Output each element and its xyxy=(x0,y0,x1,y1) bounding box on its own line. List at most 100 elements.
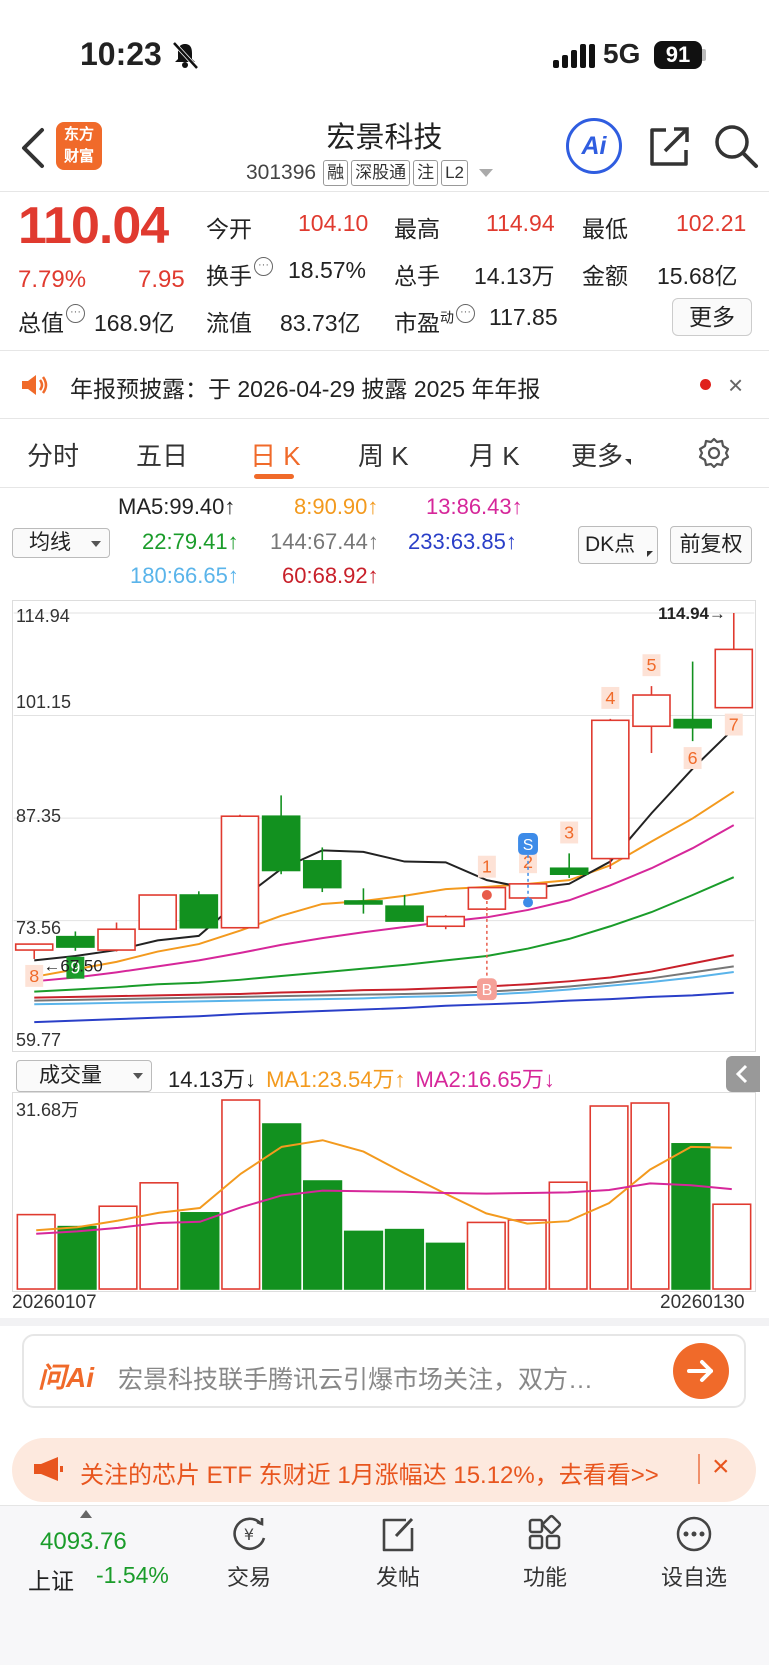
mktcap-value: 168.9亿 xyxy=(94,310,175,336)
candle-body xyxy=(714,648,754,709)
info-icon[interactable]: ··· xyxy=(66,304,85,323)
pe-label-text: 市盈 xyxy=(394,310,440,336)
speaker-icon xyxy=(22,375,48,395)
svg-text:¥: ¥ xyxy=(244,1525,254,1544)
tab-weekly-k[interactable]: 周 K xyxy=(358,436,409,473)
chevron-down-icon xyxy=(479,169,493,177)
ask-ai-go-button[interactable] xyxy=(673,1343,729,1399)
more-button[interactable]: 更多 xyxy=(672,298,752,336)
index-change[interactable]: -1.54% xyxy=(96,1562,169,1589)
volume-bar xyxy=(425,1242,465,1290)
y-label: 114.94 xyxy=(16,606,70,626)
megaphone-icon xyxy=(34,1457,63,1481)
expand-up-icon[interactable] xyxy=(80,1510,92,1518)
chevron-down-icon xyxy=(133,1073,143,1079)
tab-five-day[interactable]: 五日 xyxy=(136,436,188,473)
candle-body xyxy=(426,915,466,928)
dk-point-button[interactable]: DK点 xyxy=(578,526,658,564)
candle-body xyxy=(673,718,712,729)
nav-post[interactable]: 发帖 xyxy=(350,1514,446,1592)
candle-body xyxy=(302,860,342,889)
ma-legend-item: 8:90.90↑ xyxy=(294,494,379,519)
search-icon[interactable] xyxy=(712,122,760,170)
high-value: 114.94 xyxy=(486,210,555,236)
divider xyxy=(0,350,769,351)
volume-label: 总手 xyxy=(394,263,440,289)
indicator-select[interactable]: 成交量 xyxy=(16,1060,152,1092)
tab-monthly-k[interactable]: 月 K xyxy=(469,436,520,473)
ma-legend-item: 13:86.43↑ xyxy=(426,494,523,519)
y-label: 59.77 xyxy=(16,1030,62,1050)
info-icon[interactable]: ··· xyxy=(254,257,273,276)
battery-icon: 91 xyxy=(654,41,702,69)
b-signal-dot xyxy=(481,890,492,901)
adjust-button[interactable]: 前复权 xyxy=(670,526,752,564)
vol-ma1: MA1:23.54万 xyxy=(266,1067,395,1092)
y-label: 101.15 xyxy=(16,692,72,712)
ma-legend-item: MA5:99.40↑ xyxy=(118,494,236,519)
tab-daily-k[interactable]: 日 K xyxy=(250,436,301,473)
low-price-label: ←67.50 xyxy=(44,957,103,976)
s-signal-dot xyxy=(523,897,534,908)
candle-body xyxy=(179,894,219,929)
battery-tip xyxy=(702,49,706,61)
nav-functions[interactable]: 功能 xyxy=(497,1514,593,1592)
vol-ma2-arrow: ↓ xyxy=(543,1067,555,1092)
volume-bar xyxy=(671,1143,711,1290)
more-dots-icon xyxy=(676,1516,712,1552)
ma-line-ma60 xyxy=(34,954,734,999)
float-value: 83.73亿 xyxy=(280,310,361,336)
divider xyxy=(0,191,769,192)
share-icon[interactable] xyxy=(646,124,692,170)
ai-button[interactable]: Ai xyxy=(566,118,622,174)
turnover-value: 18.57% xyxy=(288,257,367,283)
change-amount: 7.95 xyxy=(138,266,185,293)
tab-intraday[interactable]: 分时 xyxy=(27,436,79,473)
gear-icon[interactable] xyxy=(697,436,731,470)
nav-add-watchlist-label: 设自选 xyxy=(660,1565,727,1590)
candle-body xyxy=(97,928,136,951)
dk-marker-label: 5 xyxy=(646,655,656,675)
notice-close-button[interactable]: × xyxy=(728,370,743,401)
volume-bar xyxy=(16,1213,56,1290)
volume-chart[interactable] xyxy=(12,1092,756,1292)
volume-bar xyxy=(343,1230,384,1290)
notice-text[interactable]: 年报预披露：于 2026-04-29 披露 2025 年年报 xyxy=(70,370,540,404)
volume-bar xyxy=(303,1180,343,1290)
nav-add-watchlist[interactable]: 设自选 xyxy=(646,1514,742,1592)
mktcap-label-text: 总值 xyxy=(18,310,64,336)
active-tab-indicator xyxy=(254,474,294,479)
volume-bar xyxy=(548,1181,588,1290)
ma-type-select[interactable]: 均线 xyxy=(12,528,110,558)
edit-icon xyxy=(382,1517,414,1552)
nav-trade[interactable]: ¥ 交易 xyxy=(201,1514,297,1592)
turnover-label-text: 换手 xyxy=(206,263,252,289)
kline-chart[interactable]: 891234567←67.50114.94→SB xyxy=(12,600,756,1052)
index-name[interactable]: 上证 xyxy=(28,1562,74,1596)
ma-legend-item: 233:63.85↑ xyxy=(408,529,517,554)
date-end: 20260130 xyxy=(660,1292,745,1313)
high-price-label: 114.94→ xyxy=(658,604,726,623)
stock-subtitle[interactable]: 301396 融 深股通 注 L2 xyxy=(246,158,493,188)
promo-close-button[interactable]: × xyxy=(712,1450,730,1484)
candle-body xyxy=(385,905,424,922)
last-price: 110.04 xyxy=(18,197,169,255)
promo-text[interactable]: 关注的芯片 ETF 东财近 1月涨幅达 15.12%，去看看>> xyxy=(80,1455,659,1490)
amount-value: 15.68亿 xyxy=(657,263,738,289)
b-signal-label: B xyxy=(482,982,493,999)
volume-bar xyxy=(630,1102,670,1290)
ask-ai-logo: 问Ai xyxy=(38,1362,95,1393)
collapse-panel-button[interactable] xyxy=(726,1056,760,1092)
ask-ai-prompt[interactable]: 宏景科技联手腾讯云引爆市场关注，双方… xyxy=(118,1360,593,1396)
vol-arrow: ↓ xyxy=(245,1067,257,1092)
candle-body xyxy=(549,867,589,876)
y-label: 73.56 xyxy=(16,918,62,938)
index-value[interactable]: 4093.76 xyxy=(40,1528,127,1556)
volume-bar xyxy=(57,1225,97,1290)
tab-more-label: 更多 xyxy=(571,441,624,471)
unread-dot xyxy=(700,379,711,390)
amount-label: 金额 xyxy=(582,263,628,289)
tab-more[interactable]: 更多 xyxy=(571,436,632,473)
info-icon[interactable]: ··· xyxy=(456,304,475,323)
ma-select-label: 均线 xyxy=(29,531,71,554)
